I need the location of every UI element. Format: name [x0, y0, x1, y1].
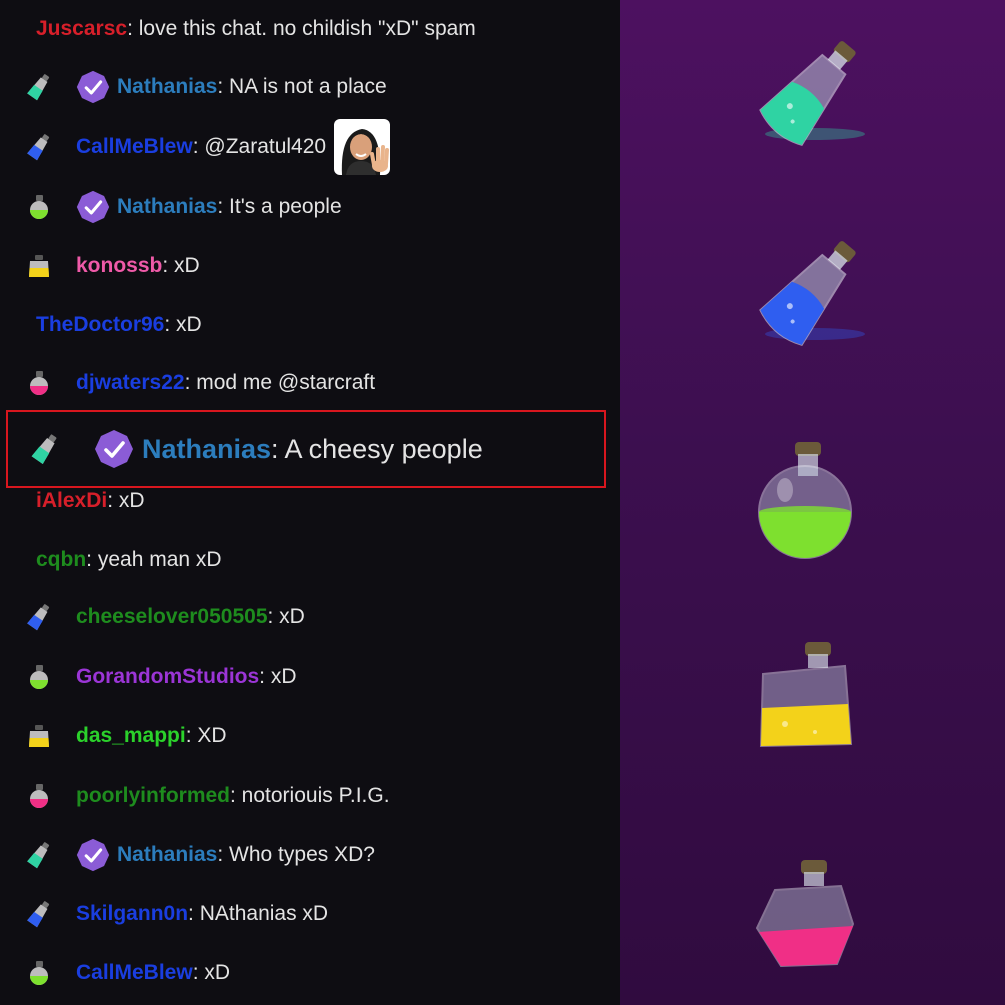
potion-green-badge-icon[interactable]	[24, 958, 60, 988]
chat-message-text: : xD	[259, 665, 297, 688]
chat-message-text: : love this chat. no childish "xD" spam	[127, 17, 476, 40]
chat-message: konossb: xD	[0, 246, 620, 286]
chat-username[interactable]: djwaters22	[76, 371, 185, 395]
chat-username[interactable]: Nathanias	[117, 75, 217, 99]
potion-pink-badge-icon[interactable]	[24, 368, 60, 398]
potion-badge-panel	[620, 0, 1005, 1005]
chat-username[interactable]: iAlexDi	[36, 489, 107, 513]
potion-blue-badge-icon[interactable]	[24, 602, 60, 632]
verified-badge-icon[interactable]	[76, 190, 110, 224]
chat-username[interactable]: Nathanias	[117, 843, 217, 867]
chat-message: Nathanias: NA is not a place	[0, 67, 620, 107]
chat-message: das_mappi: XD	[0, 716, 620, 756]
chat-message: GorandomStudios: xD	[0, 657, 620, 697]
potion-green-badge-icon[interactable]	[24, 192, 60, 222]
chat-pane: Juscarsc: love this chat. no childish "x…	[0, 0, 620, 1005]
chat-message-text: : xD	[267, 605, 305, 628]
chat-username[interactable]: Juscarsc	[36, 17, 127, 41]
chat-message: Nathanias: Who types XD?	[0, 835, 620, 875]
chat-username[interactable]: CallMeBlew	[76, 135, 193, 159]
verified-badge-icon[interactable]	[76, 838, 110, 872]
chat-message-text: : @Zaratul420	[192, 135, 327, 158]
verified-badge-icon[interactable]	[76, 70, 110, 104]
potion-blue-badge-icon[interactable]	[24, 132, 60, 162]
chat-message: cqbn: yeah man xD	[0, 540, 620, 580]
chat-message-text: : xD	[107, 489, 145, 512]
chat-message-text: : XD	[185, 724, 227, 747]
chat-username[interactable]: cqbn	[36, 548, 86, 572]
chat-message: TheDoctor96: xD	[0, 305, 620, 345]
chat-username[interactable]: Nathanias	[117, 195, 217, 219]
teal-potion-icon	[745, 38, 875, 148]
potion-yellow-badge-icon[interactable]	[24, 721, 60, 751]
chat-message-text: : It's a people	[217, 195, 342, 218]
chat-message-text: : yeah man xD	[86, 548, 222, 571]
chat-message-text: : NAthanias xD	[188, 902, 329, 925]
potion-pink-badge-icon[interactable]	[24, 781, 60, 811]
chat-message-text: : xD	[162, 254, 200, 277]
chat-username[interactable]: cheeselover050505	[76, 605, 268, 629]
chat-message: CallMeBlew: @Zaratul420	[0, 119, 620, 175]
green-potion-icon	[745, 440, 875, 560]
yellow-potion-icon	[745, 640, 875, 760]
chat-message: cheeselover050505: xD	[0, 597, 620, 637]
chat-message-text: : mod me @starcraft	[184, 371, 376, 394]
chat-message: djwaters22: mod me @starcraft	[0, 363, 620, 403]
chat-message: Skilgann0n: NAthanias xD	[0, 894, 620, 934]
chat-message-text: : notoriouis P.I.G.	[230, 784, 390, 807]
chat-message-text: : Who types XD?	[217, 843, 375, 866]
chat-username[interactable]: TheDoctor96	[36, 313, 164, 337]
highlighted-message-box	[6, 410, 606, 488]
chat-username[interactable]: konossb	[76, 254, 162, 278]
potion-yellow-badge-icon[interactable]	[24, 251, 60, 281]
waving-woman-emote[interactable]	[334, 119, 391, 175]
potion-green-badge-icon[interactable]	[24, 662, 60, 692]
chat-message-text: : xD	[164, 313, 202, 336]
chat-message-text: : xD	[192, 961, 231, 984]
blue-potion-icon	[745, 238, 875, 348]
chat-message: Nathanias: It's a people	[0, 187, 620, 227]
pink-potion-icon	[745, 858, 875, 978]
chat-username[interactable]: GorandomStudios	[76, 665, 259, 689]
chat-message: poorlyinformed: notoriouis P.I.G.	[0, 776, 620, 816]
chat-username[interactable]: CallMeBlew	[76, 961, 193, 985]
potion-teal-badge-icon[interactable]	[24, 840, 60, 870]
chat-username[interactable]: Skilgann0n	[76, 902, 188, 926]
potion-teal-badge-icon[interactable]	[24, 72, 60, 102]
chat-message: CallMeBlew: xD	[0, 953, 620, 993]
chat-username[interactable]: poorlyinformed	[76, 784, 230, 808]
chat-message: Juscarsc: love this chat. no childish "x…	[0, 9, 620, 49]
chat-message-text: : NA is not a place	[217, 75, 387, 98]
chat-username[interactable]: das_mappi	[76, 724, 186, 748]
potion-blue-badge-icon[interactable]	[24, 899, 60, 929]
